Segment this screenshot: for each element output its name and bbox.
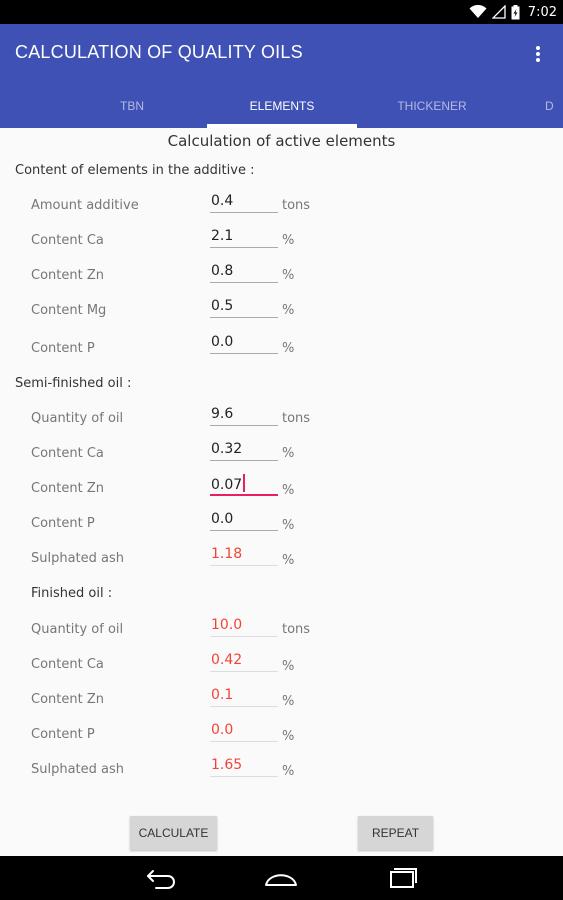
semi-zn-value: 0.07	[211, 477, 243, 493]
unit-label: tons	[282, 411, 311, 426]
home-icon[interactable]	[263, 866, 299, 890]
app-bar: CALCULATION OF QUALITY OILS TBN ELEMENTS…	[0, 24, 563, 128]
additive-zn-input[interactable]: 0.8	[210, 261, 278, 283]
label-additive-p: Content P	[31, 341, 95, 356]
label-semi-ca: Content Ca	[31, 446, 104, 461]
label-finished-quantity: Quantity of oil	[31, 622, 124, 637]
unit-label: %	[282, 694, 295, 709]
recents-icon[interactable]	[384, 866, 420, 890]
app-title: CALCULATION OF QUALITY OILS	[15, 42, 303, 62]
semi-quantity-input[interactable]: 9.6	[210, 404, 278, 426]
unit-label: %	[282, 729, 295, 744]
battery-icon	[511, 4, 520, 19]
tab-tbn[interactable]: TBN	[57, 96, 207, 128]
additive-mg-input[interactable]: 0.5	[210, 296, 278, 318]
finished-p-output: 0.0	[210, 720, 278, 742]
semi-ash-output: 1.18	[210, 544, 278, 566]
finished-ca-output: 0.42	[210, 650, 278, 672]
unit-label: %	[282, 268, 295, 283]
unit-label: %	[282, 303, 295, 318]
unit-label: %	[282, 764, 295, 779]
label-additive-ca: Content Ca	[31, 233, 104, 248]
back-icon[interactable]	[144, 866, 180, 890]
more-vert-icon[interactable]	[531, 44, 545, 64]
unit-label: %	[282, 341, 295, 356]
status-time: 7:02	[527, 4, 557, 20]
semi-ca-input[interactable]: 0.32	[210, 439, 278, 461]
label-semi-ash: Sulphated ash	[31, 551, 125, 566]
page-title: Calculation of active elements	[167, 132, 396, 150]
unit-label: tons	[282, 198, 311, 213]
status-icons: 7:02	[469, 3, 557, 21]
amount-additive-input[interactable]: 0.4	[210, 191, 278, 213]
status-bar: 7:02	[0, 0, 563, 24]
unit-label: %	[282, 553, 295, 568]
tab-d[interactable]: D	[545, 96, 563, 128]
additive-p-input[interactable]: 0.0	[210, 332, 278, 354]
elements-form: Calculation of active elements Content o…	[0, 128, 563, 856]
label-finished-p: Content P	[31, 727, 95, 742]
text-cursor	[243, 474, 246, 492]
label-amount-additive: Amount additive	[31, 198, 139, 213]
label-finished-zn: Content Zn	[31, 692, 104, 707]
semi-zn-input[interactable]: 0.07	[210, 474, 278, 496]
unit-label: %	[282, 233, 295, 248]
navigation-bar	[0, 856, 563, 900]
label-finished-ca: Content Ca	[31, 657, 104, 672]
label-semi-p: Content P	[31, 516, 95, 531]
finished-ash-output: 1.65	[210, 755, 278, 777]
label-semi-quantity: Quantity of oil	[31, 411, 124, 426]
unit-label: %	[282, 483, 295, 498]
label-additive-zn: Content Zn	[31, 268, 104, 283]
section-title-semi-finished: Semi-finished oil :	[15, 376, 132, 391]
finished-quantity-output: 10.0	[210, 615, 278, 637]
section-title-additive: Content of elements in the additive :	[15, 163, 255, 178]
label-finished-ash: Sulphated ash	[31, 762, 125, 777]
wifi-icon	[469, 5, 487, 18]
label-semi-zn: Content Zn	[31, 481, 104, 496]
unit-label: %	[282, 518, 295, 533]
semi-p-input[interactable]: 0.0	[210, 509, 278, 531]
section-title-finished: Finished oil :	[31, 586, 113, 601]
unit-label: %	[282, 659, 295, 674]
unit-label: tons	[282, 622, 311, 637]
additive-ca-input[interactable]: 2.1	[210, 226, 278, 248]
signal-icon	[491, 5, 506, 19]
tab-thickener[interactable]: THICKENER	[357, 96, 507, 128]
finished-zn-output: 0.1	[210, 685, 278, 707]
repeat-button[interactable]: REPEAT	[358, 816, 433, 850]
label-additive-mg: Content Mg	[31, 303, 107, 318]
unit-label: %	[282, 446, 295, 461]
calculate-button[interactable]: CALCULATE	[130, 816, 217, 850]
